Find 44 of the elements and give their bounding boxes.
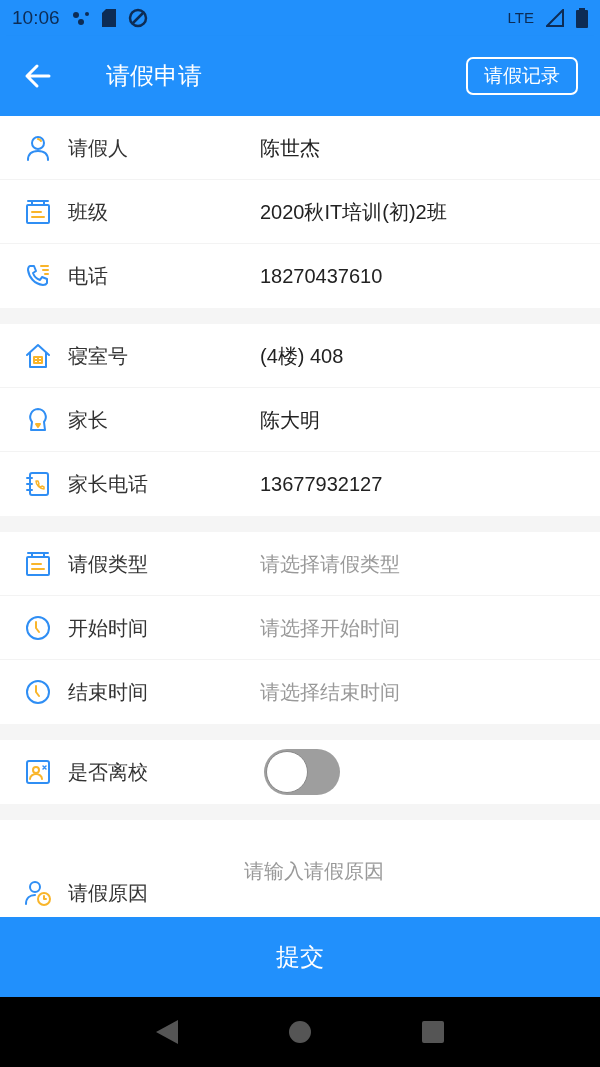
field-label: 寝室号 (68, 343, 129, 369)
field-label: 请假人 (68, 135, 129, 161)
field-value: 2020秋IT培训(初)2班 (260, 199, 447, 225)
home-icon[interactable] (289, 1021, 311, 1043)
field-label: 是否离校 (68, 760, 149, 785)
field-label: 家长 (68, 407, 109, 433)
back-arrow-icon[interactable] (24, 62, 52, 90)
field-value: 13677932127 (260, 472, 383, 497)
back-icon[interactable] (155, 1020, 178, 1044)
no-entry-icon (127, 8, 148, 28)
field-label: 请假原因 (68, 881, 149, 906)
field-label: 家长电话 (68, 472, 149, 497)
clock-icon (24, 678, 52, 706)
signboard-icon (24, 549, 52, 578)
recents-icon[interactable] (422, 1021, 445, 1043)
field-value: (4楼) 408 (260, 343, 344, 369)
signboard-icon (24, 197, 52, 226)
field-label: 结束时间 (68, 680, 149, 705)
dots-icon (71, 10, 90, 26)
select-field[interactable]: 请选择开始时间 (260, 612, 400, 643)
toggle-switch[interactable] (264, 749, 340, 795)
select-field[interactable]: 请选择结束时间 (260, 677, 400, 707)
field-label: 班级 (68, 199, 109, 225)
leave-records-button[interactable]: 请假记录 (466, 57, 578, 95)
field-value: 18270437610 (260, 264, 383, 289)
field-label: 电话 (68, 264, 109, 289)
house-icon (24, 341, 52, 370)
person-clock-icon (24, 879, 52, 907)
field-label: 开始时间 (68, 615, 149, 641)
submit-button[interactable]: 提交 (0, 917, 600, 997)
contact-book-icon (24, 470, 52, 498)
field-label: 请假类型 (68, 551, 149, 577)
select-field[interactable]: 请选择请假类型 (260, 548, 400, 579)
field-value: 陈大明 (260, 407, 320, 433)
battery-icon (576, 8, 588, 28)
clock-icon (24, 613, 52, 642)
person-icon (24, 133, 52, 162)
sd-card-icon (101, 9, 116, 27)
page-title: 请假申请 (106, 61, 203, 91)
network-label: LTE (507, 7, 534, 28)
clock-time: 10:06 (12, 5, 60, 30)
field-value: 陈世杰 (260, 135, 320, 161)
id-card-icon (24, 758, 52, 786)
signal-icon (546, 9, 564, 27)
